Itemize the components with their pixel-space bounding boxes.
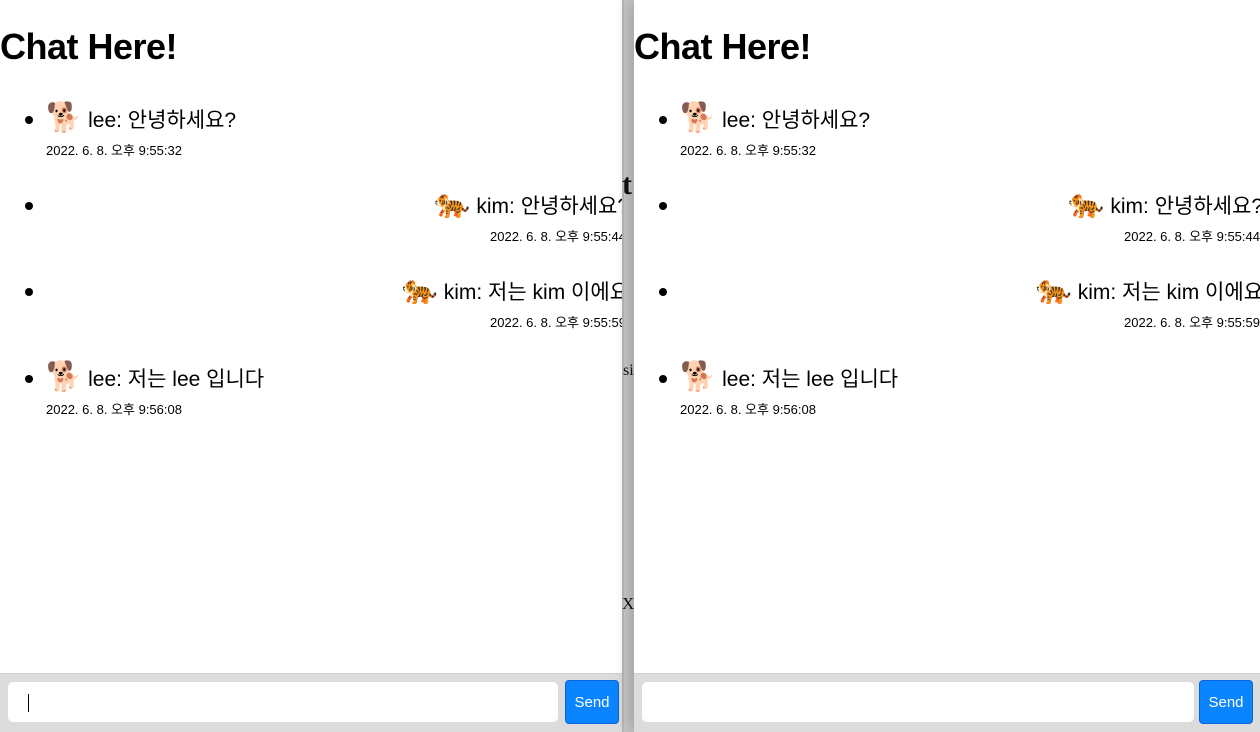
message-composer: Send [0,673,622,732]
message-text: kim: 안녕하세요? [476,195,624,218]
bullet [659,375,667,383]
message-line: 🐅 kim: 안녕하세요? [1068,186,1260,220]
dog-icon: 🐕 [46,359,83,393]
message-timestamp: 2022. 6. 8. 오후 9:56:08 [46,402,182,417]
bullet [25,288,33,296]
message-text: lee: 안녕하세요? [722,109,871,132]
list-item: 🐕 lee: 저는 lee 입니다 2022. 6. 8. 오후 9:56:08 [634,351,1260,431]
message-text: lee: 안녕하세요? [88,109,237,132]
message-text: lee: 저는 lee 입니다 [722,368,899,391]
message-text: lee: 저는 lee 입니다 [88,368,265,391]
page-title: Chat Here! [0,26,178,67]
send-button[interactable]: Send [1199,680,1253,724]
message-text: kim: 안녕하세요? [1110,195,1260,218]
message-composer: Send [634,673,1260,732]
list-item: 🐕 lee: 안녕하세요? 2022. 6. 8. 오후 9:55:32 [0,92,622,172]
message-timestamp: 2022. 6. 8. 오후 9:55:32 [680,143,816,158]
message-text: kim: 저는 kim 이에요 [443,281,624,304]
message-line: 🐕 lee: 저는 lee 입니다 [46,359,264,393]
text-caret [28,694,29,712]
bullet [25,202,33,210]
background-text-fragment: X [622,594,635,613]
message-timestamp: 2022. 6. 8. 오후 9:55:44 [1124,229,1260,244]
message-input[interactable] [8,682,558,722]
tiger-icon: 🐅 [434,186,471,220]
chat-window-left: Chat Here! 🐕 lee: 안녕하세요? 2022. 6. 8. 오후 … [0,0,624,732]
message-line: 🐅 kim: 저는 kim 이에요 [1036,272,1260,306]
bullet [25,375,33,383]
dog-icon: 🐕 [680,359,717,393]
page-title: Chat Here! [634,26,812,67]
list-item: 🐅 kim: 안녕하세요? 2022. 6. 8. 오후 9:55:44 [0,178,624,258]
message-timestamp: 2022. 6. 8. 오후 9:56:08 [680,402,816,417]
bullet [659,116,667,124]
message-line: 🐕 lee: 저는 lee 입니다 [680,359,898,393]
message-line: 🐕 lee: 안녕하세요? [680,100,870,134]
message-timestamp: 2022. 6. 8. 오후 9:55:32 [46,143,182,158]
dog-icon: 🐕 [46,100,83,134]
tiger-icon: 🐅 [1068,186,1105,220]
background-text-fragment: si [623,362,634,379]
list-item: 🐅 kim: 저는 kim 이에요 2022. 6. 8. 오후 9:55:59 [634,264,1260,344]
message-timestamp: 2022. 6. 8. 오후 9:55:59 [490,315,624,330]
bullet [659,288,667,296]
message-line: 🐅 kim: 안녕하세요? [434,186,624,220]
chat-window-right: Chat Here! 🐕 lee: 안녕하세요? 2022. 6. 8. 오후 … [634,0,1260,732]
list-item: 🐅 kim: 안녕하세요? 2022. 6. 8. 오후 9:55:44 [634,178,1260,258]
dog-icon: 🐕 [680,100,717,134]
message-line: 🐅 kim: 저는 kim 이에요 [401,272,624,306]
message-input[interactable] [642,682,1194,722]
message-text: kim: 저는 kim 이에요 [1077,281,1260,304]
tiger-icon: 🐅 [1035,272,1072,306]
send-button[interactable]: Send [565,680,619,724]
list-item: 🐅 kim: 저는 kim 이에요 2022. 6. 8. 오후 9:55:59 [0,264,624,344]
message-timestamp: 2022. 6. 8. 오후 9:55:59 [1124,315,1260,330]
bullet [25,116,33,124]
list-item: 🐕 lee: 저는 lee 입니다 2022. 6. 8. 오후 9:56:08 [0,351,622,431]
message-line: 🐕 lee: 안녕하세요? [46,100,236,134]
message-timestamp: 2022. 6. 8. 오후 9:55:44 [490,229,624,244]
tiger-icon: 🐅 [401,272,438,306]
list-item: 🐕 lee: 안녕하세요? 2022. 6. 8. 오후 9:55:32 [634,92,1260,172]
background-text-fragment: t [622,168,632,201]
bullet [659,202,667,210]
screen: Chat Here! 🐕 lee: 안녕하세요? 2022. 6. 8. 오후 … [0,0,1260,732]
